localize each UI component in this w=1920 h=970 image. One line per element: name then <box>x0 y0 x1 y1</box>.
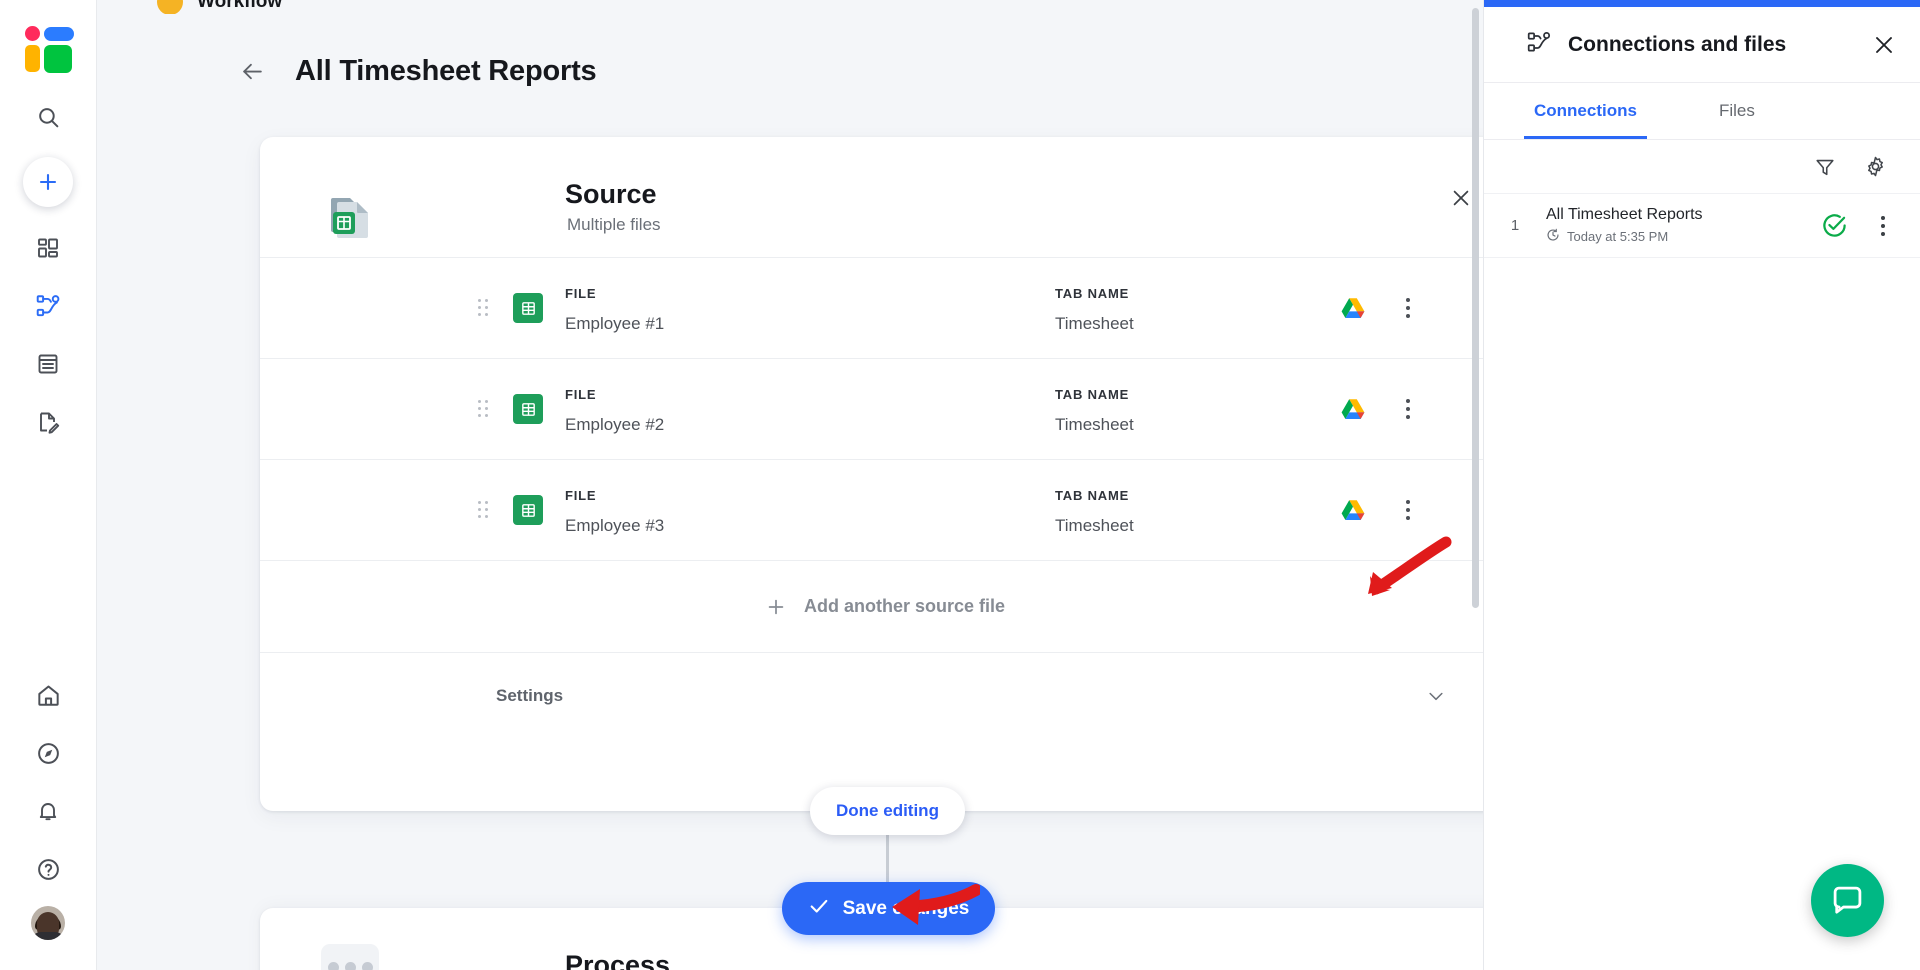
done-editing-button[interactable]: Done editing <box>810 787 965 835</box>
avatar[interactable] <box>31 906 65 940</box>
main-canvas: Workflow All Timesheet Reports Source Mu… <box>97 0 1483 970</box>
tab-cell: TAB NAME Timesheet <box>1055 286 1134 334</box>
panel-tabs: Connections Files <box>1484 83 1920 140</box>
page-header: All Timesheet Reports <box>237 55 597 88</box>
back-arrow-icon[interactable] <box>237 57 267 87</box>
process-icon <box>321 944 379 970</box>
add-source-file-button[interactable]: Add another source file <box>260 561 1483 653</box>
settings-label: Settings <box>496 685 564 705</box>
column-header-file: FILE <box>565 286 597 301</box>
source-file-list: FILE Employee #1 TAB NAME Timesheet FILE… <box>260 257 1483 738</box>
notifications-icon[interactable] <box>19 782 77 840</box>
row-menu-icon[interactable] <box>1394 395 1422 423</box>
table-row[interactable]: FILE Employee #3 TAB NAME Timesheet <box>260 460 1483 561</box>
google-drive-icon[interactable] <box>1339 294 1367 322</box>
process-card-title: Process <box>565 950 671 970</box>
source-card-header: Source Multiple files <box>260 137 1483 257</box>
app-root: Workflow All Timesheet Reports Source Mu… <box>0 0 1920 970</box>
column-header-file: FILE <box>565 488 597 503</box>
gear-icon[interactable] <box>1864 155 1887 178</box>
tab-cell: TAB NAME Timesheet <box>1055 488 1134 536</box>
tab-connections[interactable]: Connections <box>1524 83 1647 139</box>
column-header-tab-name: TAB NAME <box>1055 387 1130 402</box>
row-menu-icon[interactable] <box>1394 496 1422 524</box>
google-drive-icon[interactable] <box>1339 395 1367 423</box>
plus-icon <box>765 596 787 618</box>
tab-name: Timesheet <box>1055 415 1134 434</box>
breadcrumb[interactable]: Workflow <box>157 0 282 14</box>
file-name: Employee #2 <box>565 415 665 434</box>
connection-info: All Timesheet Reports Today at 5:35 PM <box>1546 206 1821 245</box>
filter-icon[interactable] <box>1814 156 1836 178</box>
column-header-tab-name: TAB NAME <box>1055 488 1130 503</box>
reports-icon[interactable] <box>19 335 77 393</box>
tab-name: Timesheet <box>1055 314 1134 333</box>
file-cell: FILE Employee #2 <box>565 387 664 435</box>
tab-cell: TAB NAME Timesheet <box>1055 387 1134 435</box>
panel-accent-bar <box>1484 0 1920 7</box>
table-row[interactable]: FILE Employee #1 TAB NAME Timesheet <box>260 258 1483 359</box>
search-icon[interactable] <box>19 88 77 146</box>
tab-files[interactable]: Files <box>1709 83 1765 139</box>
help-icon[interactable] <box>19 840 77 898</box>
workflows-icon[interactable] <box>19 277 77 335</box>
clock-icon <box>1546 228 1560 245</box>
status-success-icon <box>1821 212 1848 239</box>
row-menu-icon[interactable] <box>1394 294 1422 322</box>
connection-menu-icon[interactable] <box>1872 215 1894 236</box>
chevron-down-icon[interactable] <box>1426 686 1446 706</box>
file-name: Employee #1 <box>565 314 665 333</box>
page-title: All Timesheet Reports <box>295 55 597 87</box>
connection-index: 1 <box>1510 217 1520 234</box>
column-header-tab-name: TAB NAME <box>1055 286 1130 301</box>
google-sheets-icon <box>513 495 543 525</box>
app-logo[interactable] <box>25 26 74 73</box>
workflow-badge-icon <box>157 0 183 14</box>
left-nav-rail <box>0 0 97 970</box>
list-item[interactable]: 1 All Timesheet Reports Today at 5:35 PM <box>1484 194 1920 258</box>
multiple-files-icon <box>321 186 379 244</box>
save-changes-button[interactable]: Save changes <box>782 882 995 935</box>
drag-handle-icon[interactable] <box>478 400 488 418</box>
dashboard-icon[interactable] <box>19 219 77 277</box>
settings-accordion[interactable]: Settings <box>260 653 1483 738</box>
canvas-scrollbar[interactable] <box>1472 8 1479 608</box>
connections-panel: Connections and files Connections Files <box>1483 0 1920 970</box>
source-card: Source Multiple files FILE Employee #1 T… <box>260 137 1483 811</box>
google-sheets-icon <box>513 293 543 323</box>
column-header-file: FILE <box>565 387 597 402</box>
drag-handle-icon[interactable] <box>478 501 488 519</box>
connection-name: All Timesheet Reports <box>1546 206 1703 223</box>
file-name: Employee #3 <box>565 516 665 535</box>
home-icon[interactable] <box>19 666 77 724</box>
panel-title: Connections and files <box>1568 32 1787 56</box>
google-drive-icon[interactable] <box>1339 496 1367 524</box>
check-icon <box>808 895 830 923</box>
connections-icon <box>1526 29 1552 60</box>
file-cell: FILE Employee #3 <box>565 488 664 536</box>
breadcrumb-label: Workflow <box>197 0 283 12</box>
file-cell: FILE Employee #1 <box>565 286 664 334</box>
source-card-subtitle: Multiple files <box>567 215 661 234</box>
add-button[interactable] <box>23 157 73 207</box>
add-source-file-label: Add another source file <box>803 596 1006 616</box>
chat-widget-button[interactable] <box>1811 864 1884 937</box>
panel-toolbar <box>1484 140 1920 194</box>
edit-doc-icon[interactable] <box>19 393 77 451</box>
panel-header: Connections and files <box>1484 7 1920 83</box>
google-sheets-icon <box>513 394 543 424</box>
tab-name: Timesheet <box>1055 516 1134 535</box>
save-changes-label: Save changes <box>842 897 970 919</box>
table-row[interactable]: FILE Employee #2 TAB NAME Timesheet <box>260 359 1483 460</box>
explore-icon[interactable] <box>19 724 77 782</box>
panel-close-icon[interactable] <box>1872 33 1896 57</box>
drag-handle-icon[interactable] <box>478 299 488 317</box>
connection-timestamp: Today at 5:35 PM <box>1567 229 1669 244</box>
connection-meta: Today at 5:35 PM <box>1546 228 1821 245</box>
source-card-title: Source <box>565 179 657 209</box>
